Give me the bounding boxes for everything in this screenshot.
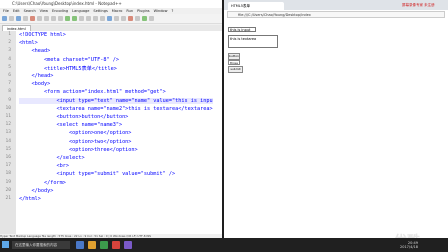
paste-icon[interactable] (58, 16, 63, 21)
line-number: 1 (8, 32, 11, 37)
code-line[interactable]: <html> (19, 40, 38, 46)
code-line[interactable]: <!DOCTYPE html> (19, 32, 66, 38)
line-number: 2 (8, 40, 11, 46)
code-line[interactable]: <meta charset="UTF-8" /> (19, 57, 119, 63)
code-line[interactable]: </select> (19, 155, 84, 161)
code-line[interactable]: <body> (19, 81, 50, 87)
zoom-in-icon[interactable] (93, 16, 98, 21)
start-button[interactable] (2, 241, 9, 248)
line-number: 19 (5, 179, 11, 185)
recorder-icon[interactable] (124, 241, 132, 249)
notepad-toolbar[interactable] (0, 14, 222, 24)
notepad-plus-plus-icon[interactable] (100, 241, 108, 249)
code-line[interactable]: </html> (19, 196, 41, 202)
undo-icon[interactable] (65, 16, 70, 21)
code-line[interactable]: <form action="index.html" method="get"> (19, 89, 166, 95)
system-tray-clock[interactable]: 20:49 2017/4/18 (400, 241, 418, 249)
cut-icon[interactable] (44, 16, 49, 21)
line-number: 3 (8, 48, 11, 54)
line-number: 11 (5, 114, 11, 119)
line-number: 18 (5, 171, 11, 177)
code-line[interactable]: <input type="submit" value="submit" /> (19, 171, 175, 177)
line-number: 17 (5, 163, 11, 169)
stop-macro-icon[interactable] (135, 16, 140, 21)
open-file-icon[interactable] (9, 16, 14, 21)
code-line[interactable]: <option>three</option> (19, 147, 138, 153)
print-icon[interactable] (37, 16, 42, 21)
wrap-icon[interactable] (114, 16, 119, 21)
line-number: 12 (5, 122, 11, 128)
line-number: 13 (5, 130, 11, 136)
sync-icon[interactable] (107, 16, 112, 21)
code-line[interactable]: </head> (19, 73, 53, 79)
code-line[interactable]: </form> (19, 180, 66, 186)
line-number: 9 (8, 97, 11, 103)
taskbar: 在这里输入你要搜索的内容 20:49 2017/4/18 (0, 238, 448, 252)
page-content: this is input this is textarea button th… (224, 20, 448, 238)
code-line[interactable]: <select name="name3"> (19, 122, 122, 128)
save-all-icon[interactable] (23, 16, 28, 21)
code-editor[interactable]: <!DOCTYPE html> <html> <head> <meta chars… (16, 31, 222, 234)
recorder-watermark: 屏幕录像专家 未注册 (402, 3, 435, 7)
taskbar-search[interactable]: 在这里输入你要搜索的内容 (12, 241, 70, 249)
clock-date: 2017/4/18 (400, 245, 418, 249)
line-number: 10 (5, 105, 11, 111)
line-number: 8 (8, 89, 11, 95)
notepad-title: C:\Users\Chao\Young\Desktop\index.html -… (12, 1, 122, 6)
file-explorer-icon[interactable] (88, 241, 96, 249)
task-view-icon[interactable] (76, 241, 84, 249)
name2-textarea[interactable]: this is textarea (228, 35, 278, 48)
indent-guide-icon[interactable] (121, 16, 126, 21)
browser-window: HTML5表单 file:///C:/Users/Chao/Young/Desk… (224, 0, 448, 238)
line-number: 15 (5, 146, 11, 152)
button-button[interactable]: button (228, 53, 240, 60)
browser-tab[interactable]: HTML5表单 (228, 2, 284, 10)
code-line[interactable]: <input type="text" name="name" value="th… (19, 97, 213, 104)
line-number: 16 (5, 155, 11, 160)
play-macro-icon[interactable] (142, 16, 147, 21)
code-line[interactable]: <option>one</option> (19, 130, 131, 136)
line-number: 7 (8, 81, 11, 87)
code-line[interactable]: </body> (19, 188, 53, 194)
record-macro-icon[interactable] (128, 16, 133, 21)
replace-icon[interactable] (86, 16, 91, 21)
line-number: 5 (8, 64, 11, 70)
find-icon[interactable] (79, 16, 84, 21)
save-macro-icon[interactable] (149, 16, 154, 21)
code-line[interactable]: <button>button</button> (19, 114, 128, 120)
line-number: 6 (8, 73, 11, 78)
line-number: 4 (8, 56, 11, 62)
code-line[interactable]: <textarea name="name2">this is textarea<… (19, 106, 212, 112)
line-number: 21 (5, 196, 11, 201)
line-number-gutter: 1 2 3 4 5 6 7 8 9 10 11 12 13 14 15 16 17 18 19 20 21 (0, 31, 16, 234)
notepad-title-bar: C:\Users\Chao\Young\Desktop\index.html -… (0, 0, 222, 8)
code-line[interactable]: <option>two</option> (19, 139, 131, 145)
browser-icon[interactable] (112, 241, 120, 249)
code-line[interactable]: <head> (19, 48, 50, 54)
close-icon[interactable] (30, 16, 35, 21)
zoom-out-icon[interactable] (100, 16, 105, 21)
notepad-window: C:\Users\Chao\Young\Desktop\index.html -… (0, 0, 222, 238)
code-line[interactable]: <title>HTML5表单</title> (19, 65, 117, 72)
line-number: 20 (5, 187, 11, 193)
redo-icon[interactable] (72, 16, 77, 21)
submit-button[interactable]: submit (228, 66, 243, 73)
code-line[interactable]: <br> (19, 163, 69, 169)
copy-icon[interactable] (51, 16, 56, 21)
save-icon[interactable] (16, 16, 21, 21)
name-input[interactable]: this is input (228, 27, 256, 32)
address-bar[interactable]: file:///C:/Users/Chao/Young/Desktop/inde… (227, 11, 445, 18)
new-file-icon[interactable] (2, 16, 7, 21)
line-number: 14 (5, 138, 11, 144)
name3-select[interactable]: three (228, 60, 240, 65)
